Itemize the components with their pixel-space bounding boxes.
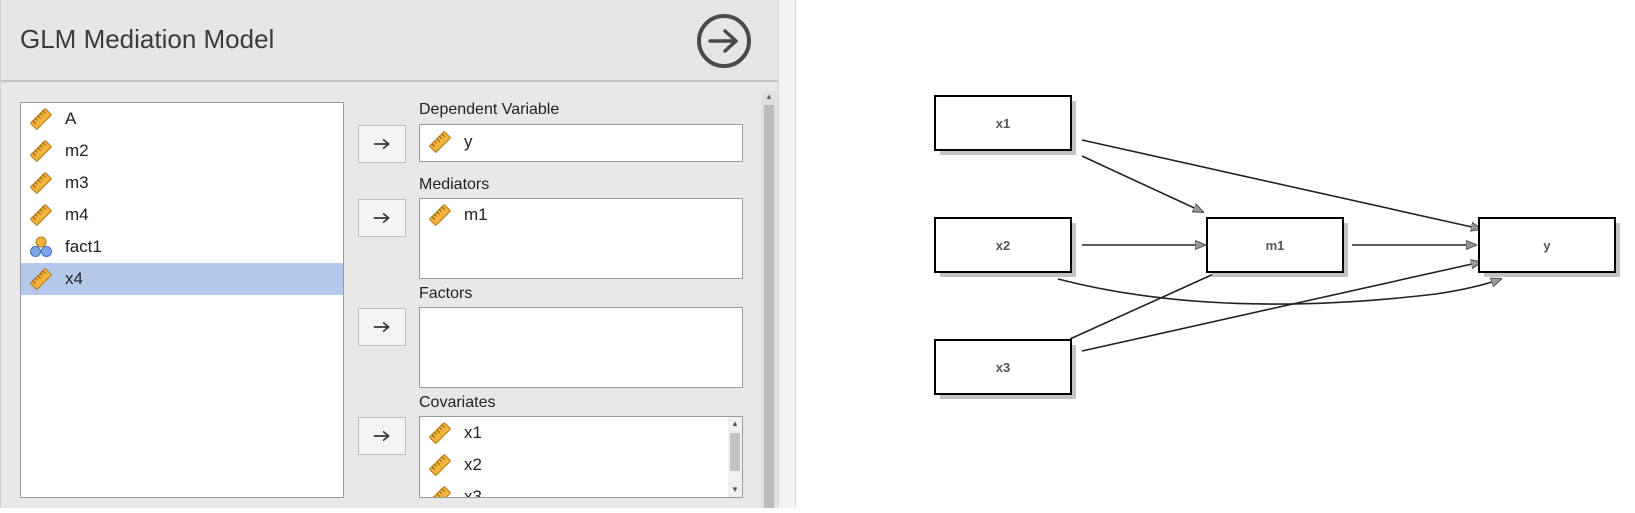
variable-name: m4 [65,205,89,224]
path-x2-y [1057,279,1501,305]
list-item[interactable]: m1 [420,199,742,231]
ruler-icon [29,203,53,227]
node-label: x3 [996,360,1010,375]
scroll-thumb[interactable] [730,433,740,471]
arrow-right-icon [372,320,392,334]
list-item[interactable]: A [21,103,343,135]
panel-header: GLM Mediation Model [1,0,779,82]
list-item[interactable]: m2 [21,135,343,167]
path-diagram: x1 x2 x3 m1 y [934,95,1620,399]
arrow-right-icon [372,429,392,443]
node-x2: x2 [934,217,1076,277]
list-item-selected[interactable]: x4 [21,263,343,295]
variable-name: fact1 [65,237,102,256]
scroll-up-icon[interactable]: ▲ [763,91,775,103]
ruler-icon [29,139,53,163]
ruler-icon [428,421,452,445]
add-mediator-button[interactable] [358,199,406,237]
path-x1-m1 [1081,155,1203,212]
goto-results-button[interactable] [697,14,751,68]
node-label: x1 [996,116,1010,131]
variable-name: A [65,109,77,128]
panel-body: A m2 m3 m4 fact1 x4 Dependent Variable y… [1,83,779,508]
mediators-label: Mediators [419,176,490,193]
variable-name: m1 [464,205,488,224]
dependent-box[interactable]: y [419,124,743,162]
node-m1: m1 [1206,217,1348,277]
variable-name: x2 [464,455,482,474]
scroll-thumb[interactable] [764,105,774,508]
covariates-label: Covariates [419,394,496,411]
path-x3-m1 [1069,271,1219,340]
scroll-down-icon[interactable]: ▼ [728,484,742,496]
list-item[interactable]: fact1 [21,231,343,263]
dependent-label: Dependent Variable [419,101,560,118]
ruler-icon [428,130,452,154]
node-label: x2 [996,238,1010,253]
variable-name: m2 [65,141,89,160]
node-x3: x3 [934,339,1076,399]
ruler-icon [29,171,53,195]
ruler-icon [29,267,53,291]
ruler-icon [428,453,452,477]
arrow-right-circle-icon [708,29,738,53]
node-x1: x1 [934,95,1076,155]
results-diagram: x1 x2 x3 m1 y [796,0,1635,508]
variable-name: x3 [464,487,482,498]
options-panel: GLM Mediation Model A m2 m3 m4 fact1 x4 … [0,0,779,508]
arrow-right-icon [372,137,392,151]
add-factor-button[interactable] [358,308,406,346]
node-label: m1 [1266,238,1285,253]
variable-name: x1 [464,423,482,442]
list-item[interactable]: m3 [21,167,343,199]
variable-name: m3 [65,173,89,192]
covariates-box[interactable]: x1 x2 x3 ▲ ▼ [419,416,743,498]
variable-name: y [464,132,473,151]
arrow-right-icon [372,211,392,225]
add-dependent-button[interactable] [358,125,406,163]
factors-box[interactable] [419,307,743,388]
list-item[interactable]: x2 [420,449,742,481]
covariates-scrollbar[interactable]: ▲ ▼ [728,417,742,497]
variable-name: x4 [65,269,83,288]
page-title: GLM Mediation Model [20,24,275,54]
ruler-icon [428,203,452,227]
nominal-icon [29,235,53,259]
scroll-up-icon[interactable]: ▲ [728,418,742,430]
panel-scrollbar[interactable]: ▲ [761,91,777,508]
node-label: y [1543,238,1551,253]
add-covariate-button[interactable] [358,417,406,455]
factors-label: Factors [419,285,473,302]
ruler-icon [428,485,452,498]
mediators-box[interactable]: m1 [419,198,743,279]
node-y: y [1478,217,1620,277]
variable-list[interactable]: A m2 m3 m4 fact1 x4 [20,102,344,498]
list-item[interactable]: m4 [21,199,343,231]
panel-splitter[interactable] [778,0,796,508]
list-item[interactable]: x3 [420,481,742,498]
list-item[interactable]: x1 [420,417,742,449]
ruler-icon [29,107,53,131]
list-item[interactable]: y [420,125,742,159]
